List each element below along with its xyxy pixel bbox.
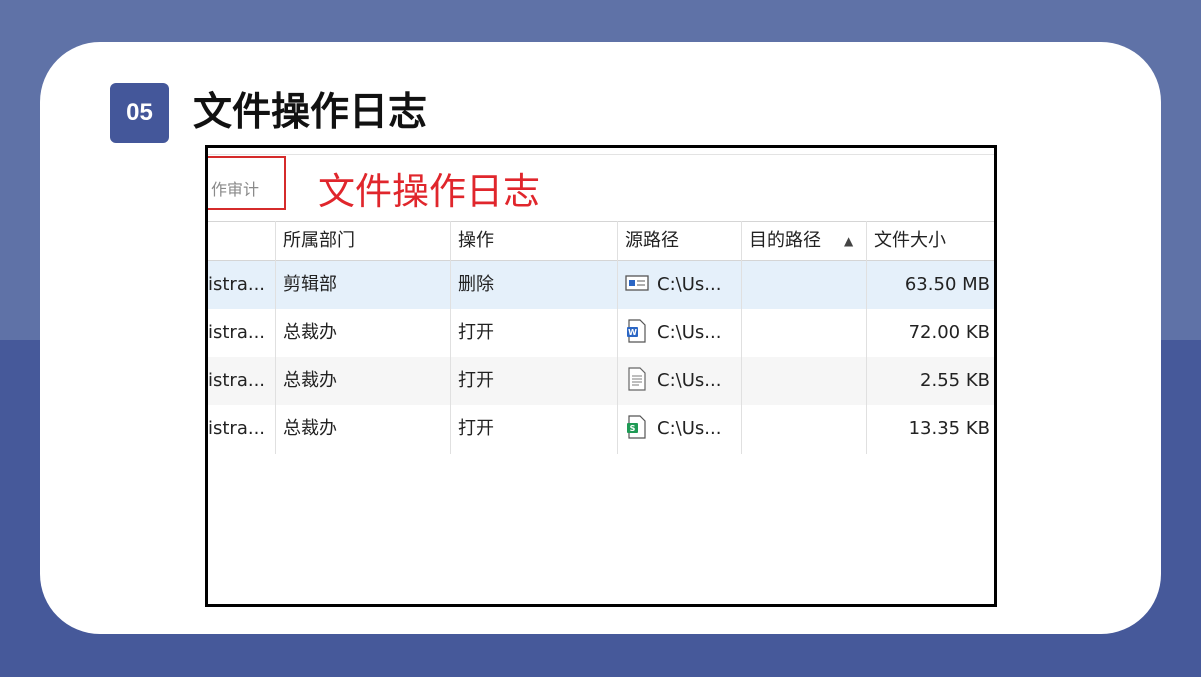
cell-user: istra... (208, 370, 266, 391)
cell-dept: 总裁办 (283, 418, 337, 439)
table-row[interactable]: istra... 剪辑部 删除 C:\Us... 63.50 MB (208, 261, 994, 309)
cell-size: 2.55 KB (920, 370, 990, 391)
annotation-title: 文件操作日志 (318, 170, 540, 213)
column-divider (617, 221, 618, 454)
cell-op: 打开 (458, 370, 494, 391)
cell-src: C:\Us... (618, 261, 742, 309)
cell-dst (742, 261, 867, 309)
table-header: 所属部门 操作 源路径 目的路径 ▲ 文件大小 (208, 221, 994, 261)
section-number-badge: 05 (110, 83, 169, 143)
column-header-dst-label: 目的路径 (749, 230, 821, 251)
cell-dst (742, 309, 867, 357)
cell-size: 63.50 MB (904, 274, 990, 295)
column-divider (866, 221, 867, 454)
column-divider (275, 221, 276, 454)
column-header-user[interactable] (208, 222, 276, 260)
cell-dept: 剪辑部 (283, 274, 337, 295)
window-top-edge (208, 148, 994, 155)
column-header-op[interactable]: 操作 (451, 222, 618, 260)
cell-dst (742, 357, 867, 405)
column-divider (741, 221, 742, 454)
cell-src-text: C:\Us... (657, 370, 722, 391)
cell-size: 13.35 KB (908, 418, 990, 439)
column-header-dept[interactable]: 所属部门 (276, 222, 451, 260)
cell-size: 72.00 KB (908, 322, 990, 343)
cell-dst (742, 405, 867, 453)
cell-user: istra... (208, 322, 266, 343)
cell-src: C:\Us... (618, 357, 742, 405)
table-row[interactable]: istra... 总裁办 打开 S C:\Us... 13.35 KB (208, 405, 994, 453)
svg-text:S: S (630, 424, 636, 433)
cell-user: istra... (208, 274, 266, 295)
cell-src: W C:\Us... (618, 309, 742, 357)
table-row[interactable]: istra... 总裁办 打开 W C:\Us... 72.00 KB (208, 309, 994, 357)
word-file-icon: W (627, 319, 646, 343)
sort-ascending-icon: ▲ (844, 234, 854, 248)
cell-dept: 总裁办 (283, 370, 337, 391)
cell-src-text: C:\Us... (657, 322, 722, 343)
media-file-icon (625, 275, 649, 291)
cell-user: istra... (208, 418, 266, 439)
cell-op: 删除 (458, 274, 494, 295)
slide-title: 文件操作日志 (193, 90, 428, 135)
cell-op: 打开 (458, 418, 494, 439)
table-row[interactable]: istra... 总裁办 打开 C:\Us... 2.55 KB (208, 357, 994, 405)
column-header-src[interactable]: 源路径 (618, 222, 742, 260)
column-header-size[interactable]: 文件大小 (867, 222, 994, 260)
column-header-dst[interactable]: 目的路径 ▲ (742, 222, 867, 260)
column-divider (450, 221, 451, 454)
svg-text:W: W (628, 328, 637, 337)
cell-src: S C:\Us... (618, 405, 742, 453)
app-screenshot: 作审计 文件操作日志 所属部门 操作 源路径 目的路径 ▲ 文件大小 istra… (205, 145, 997, 607)
audit-tab-label: 作审计 (211, 180, 260, 199)
text-file-icon (628, 367, 646, 391)
cell-src-text: C:\Us... (657, 274, 722, 295)
cell-src-text: C:\Us... (657, 418, 722, 439)
spreadsheet-file-icon: S (627, 415, 646, 439)
cell-op: 打开 (458, 322, 494, 343)
cell-dept: 总裁办 (283, 322, 337, 343)
